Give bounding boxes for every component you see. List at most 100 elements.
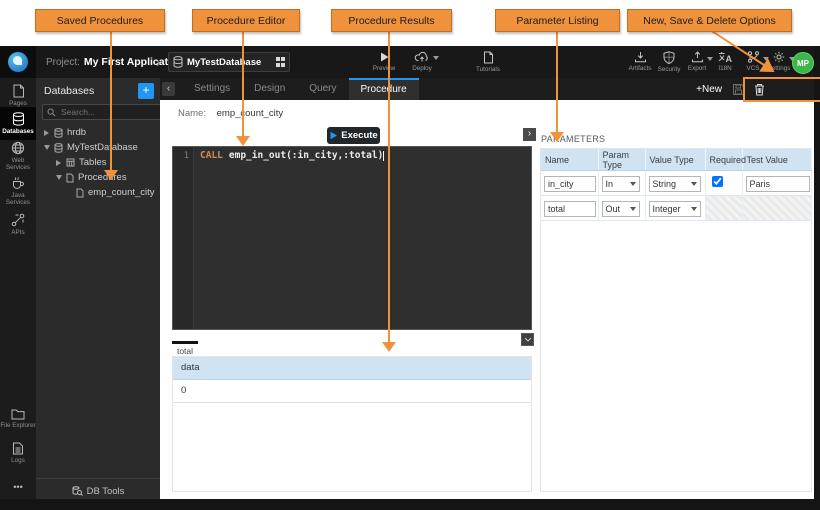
disabled-cell: [742, 196, 811, 221]
app-logo[interactable]: [0, 46, 36, 78]
tab-query[interactable]: Query: [297, 78, 348, 100]
results-value-cell: 0: [173, 380, 531, 403]
callout-label: Saved Procedures: [57, 15, 143, 27]
parameter-row: Out Integer: [541, 196, 811, 221]
preview-button[interactable]: Preview: [368, 51, 400, 72]
database-name: MyTestDatabase: [187, 57, 276, 68]
expand-parameters-button[interactable]: ›: [523, 128, 536, 141]
artifacts-button[interactable]: Artifacts: [624, 51, 656, 72]
results-tab-total[interactable]: total: [172, 341, 198, 356]
expand-down-icon[interactable]: [44, 145, 50, 150]
callout-arrow-line: [388, 30, 390, 342]
sql-keyword: CALL: [200, 150, 223, 161]
col-required: Required: [705, 149, 742, 171]
chevron-down-icon: [630, 207, 636, 211]
parameters-header-row: Name Param Type Value Type Required Test…: [541, 149, 811, 171]
sidebar-item-file-explorer[interactable]: File Explorer: [0, 408, 36, 429]
breadcrumb-separator: ›: [156, 46, 160, 78]
download-icon: [634, 51, 647, 63]
file-icon: [76, 188, 84, 198]
col-test-value: Test Value: [742, 149, 811, 171]
expand-right-icon[interactable]: [56, 160, 61, 166]
sidebar-item-web-services[interactable]: Web Services: [0, 141, 36, 171]
callout-arrowhead: [236, 136, 250, 146]
col-value-type: Value Type: [645, 149, 705, 171]
folder-icon: [11, 408, 25, 420]
param-name-input[interactable]: [544, 201, 596, 217]
expand-down-icon[interactable]: [56, 175, 62, 180]
execute-button[interactable]: Execute: [327, 127, 380, 144]
sidebar-item-logs[interactable]: Logs: [0, 442, 36, 464]
results-panel: data 0: [172, 356, 532, 492]
callout-arrow-line: [242, 30, 244, 136]
sql-code-editor[interactable]: 1 CALLemp_in_out(:in_city,:total): [172, 146, 532, 330]
required-checkbox[interactable]: [712, 176, 723, 187]
callout-saved-procedures: Saved Procedures: [35, 9, 165, 32]
tree-node-mytestdatabase[interactable]: MyTestDatabase: [36, 140, 168, 155]
file-icon: [66, 173, 74, 183]
sidebar-item-pages[interactable]: Pages: [0, 84, 36, 107]
panel-title: Databases: [44, 85, 138, 97]
callout-procedure-editor: Procedure Editor: [192, 9, 300, 32]
callout-arrow-line: [556, 30, 558, 132]
table-icon: [66, 158, 75, 167]
sidebar-item-databases[interactable]: Databases: [0, 107, 36, 140]
procedure-name-value: emp_count_city: [217, 108, 284, 119]
tutorials-button[interactable]: Tutorials: [472, 51, 504, 73]
tree-node-hrdb[interactable]: hrdb: [36, 125, 168, 140]
sidebar-more-button[interactable]: •••: [0, 482, 36, 491]
tab-procedure[interactable]: Procedure: [349, 78, 419, 100]
new-procedure-button[interactable]: +New: [696, 84, 722, 95]
user-avatar[interactable]: MP: [792, 52, 814, 74]
sidebar-item-apis[interactable]: APIs: [0, 213, 36, 236]
search-input[interactable]: [59, 106, 153, 118]
parameters-panel: Name Param Type Value Type Required Test…: [540, 148, 812, 492]
add-database-button[interactable]: +: [138, 83, 154, 99]
callout-procedure-results: Procedure Results: [331, 9, 452, 32]
breadcrumb: Project: My First Application: [46, 46, 184, 78]
database-icon: [12, 112, 25, 126]
search-icon: [47, 108, 56, 117]
tabs-bar: ‹ Settings Design Query Procedure +New: [160, 78, 820, 100]
log-file-icon: [12, 442, 24, 455]
col-name: Name: [541, 149, 598, 171]
chevron-down-icon: [630, 182, 636, 186]
callout-new-save-delete: New, Save & Delete Options: [627, 9, 792, 32]
callout-label: Parameter Listing: [516, 15, 598, 27]
tree-node-tables[interactable]: Tables: [36, 155, 180, 170]
top-bar: Project: My First Application › MyTestDa…: [0, 46, 820, 78]
project-label: Project:: [46, 57, 80, 68]
results-column-header: data: [173, 357, 531, 380]
callout-label: Procedure Editor: [207, 15, 286, 27]
tab-settings[interactable]: Settings: [182, 78, 242, 100]
grid-icon[interactable]: [276, 57, 286, 67]
callout-arrow-line: [110, 30, 112, 170]
param-type-select[interactable]: Out: [602, 201, 640, 217]
database-search[interactable]: [42, 104, 162, 120]
param-name-input[interactable]: [544, 176, 596, 192]
expand-right-icon[interactable]: [44, 130, 49, 136]
callout-arrowhead: [382, 342, 396, 352]
ellipsis-icon: •••: [13, 484, 22, 491]
deploy-button[interactable]: Deploy: [406, 51, 438, 72]
sql-statement: emp_in_out(:in_city,:total): [229, 150, 383, 161]
value-type-select[interactable]: String: [649, 176, 701, 192]
play-icon: [329, 131, 338, 140]
chevron-down-icon: [691, 207, 697, 211]
name-label: Name:: [178, 108, 206, 119]
collapse-results-button[interactable]: [521, 333, 534, 346]
test-value-input[interactable]: [746, 176, 810, 192]
databases-panel: Databases + hrdb MyTestDatabase Tables P…: [36, 78, 160, 503]
coffee-cup-icon: [11, 176, 25, 190]
col-param-type: Param Type: [598, 149, 645, 171]
value-type-select[interactable]: Integer: [649, 201, 701, 217]
callout-parameter-listing: Parameter Listing: [495, 9, 620, 32]
app-screenshot: Saved Procedures Procedure Editor Proced…: [0, 0, 820, 510]
database-icon: [173, 56, 183, 68]
sidebar-item-java-services[interactable]: Java Services: [0, 176, 36, 206]
database-selector[interactable]: MyTestDatabase: [168, 52, 290, 72]
collapse-panel-button[interactable]: ‹: [162, 82, 175, 96]
param-type-select[interactable]: In: [602, 176, 640, 192]
tab-design[interactable]: Design: [242, 78, 297, 100]
api-nodes-icon: [11, 213, 25, 227]
